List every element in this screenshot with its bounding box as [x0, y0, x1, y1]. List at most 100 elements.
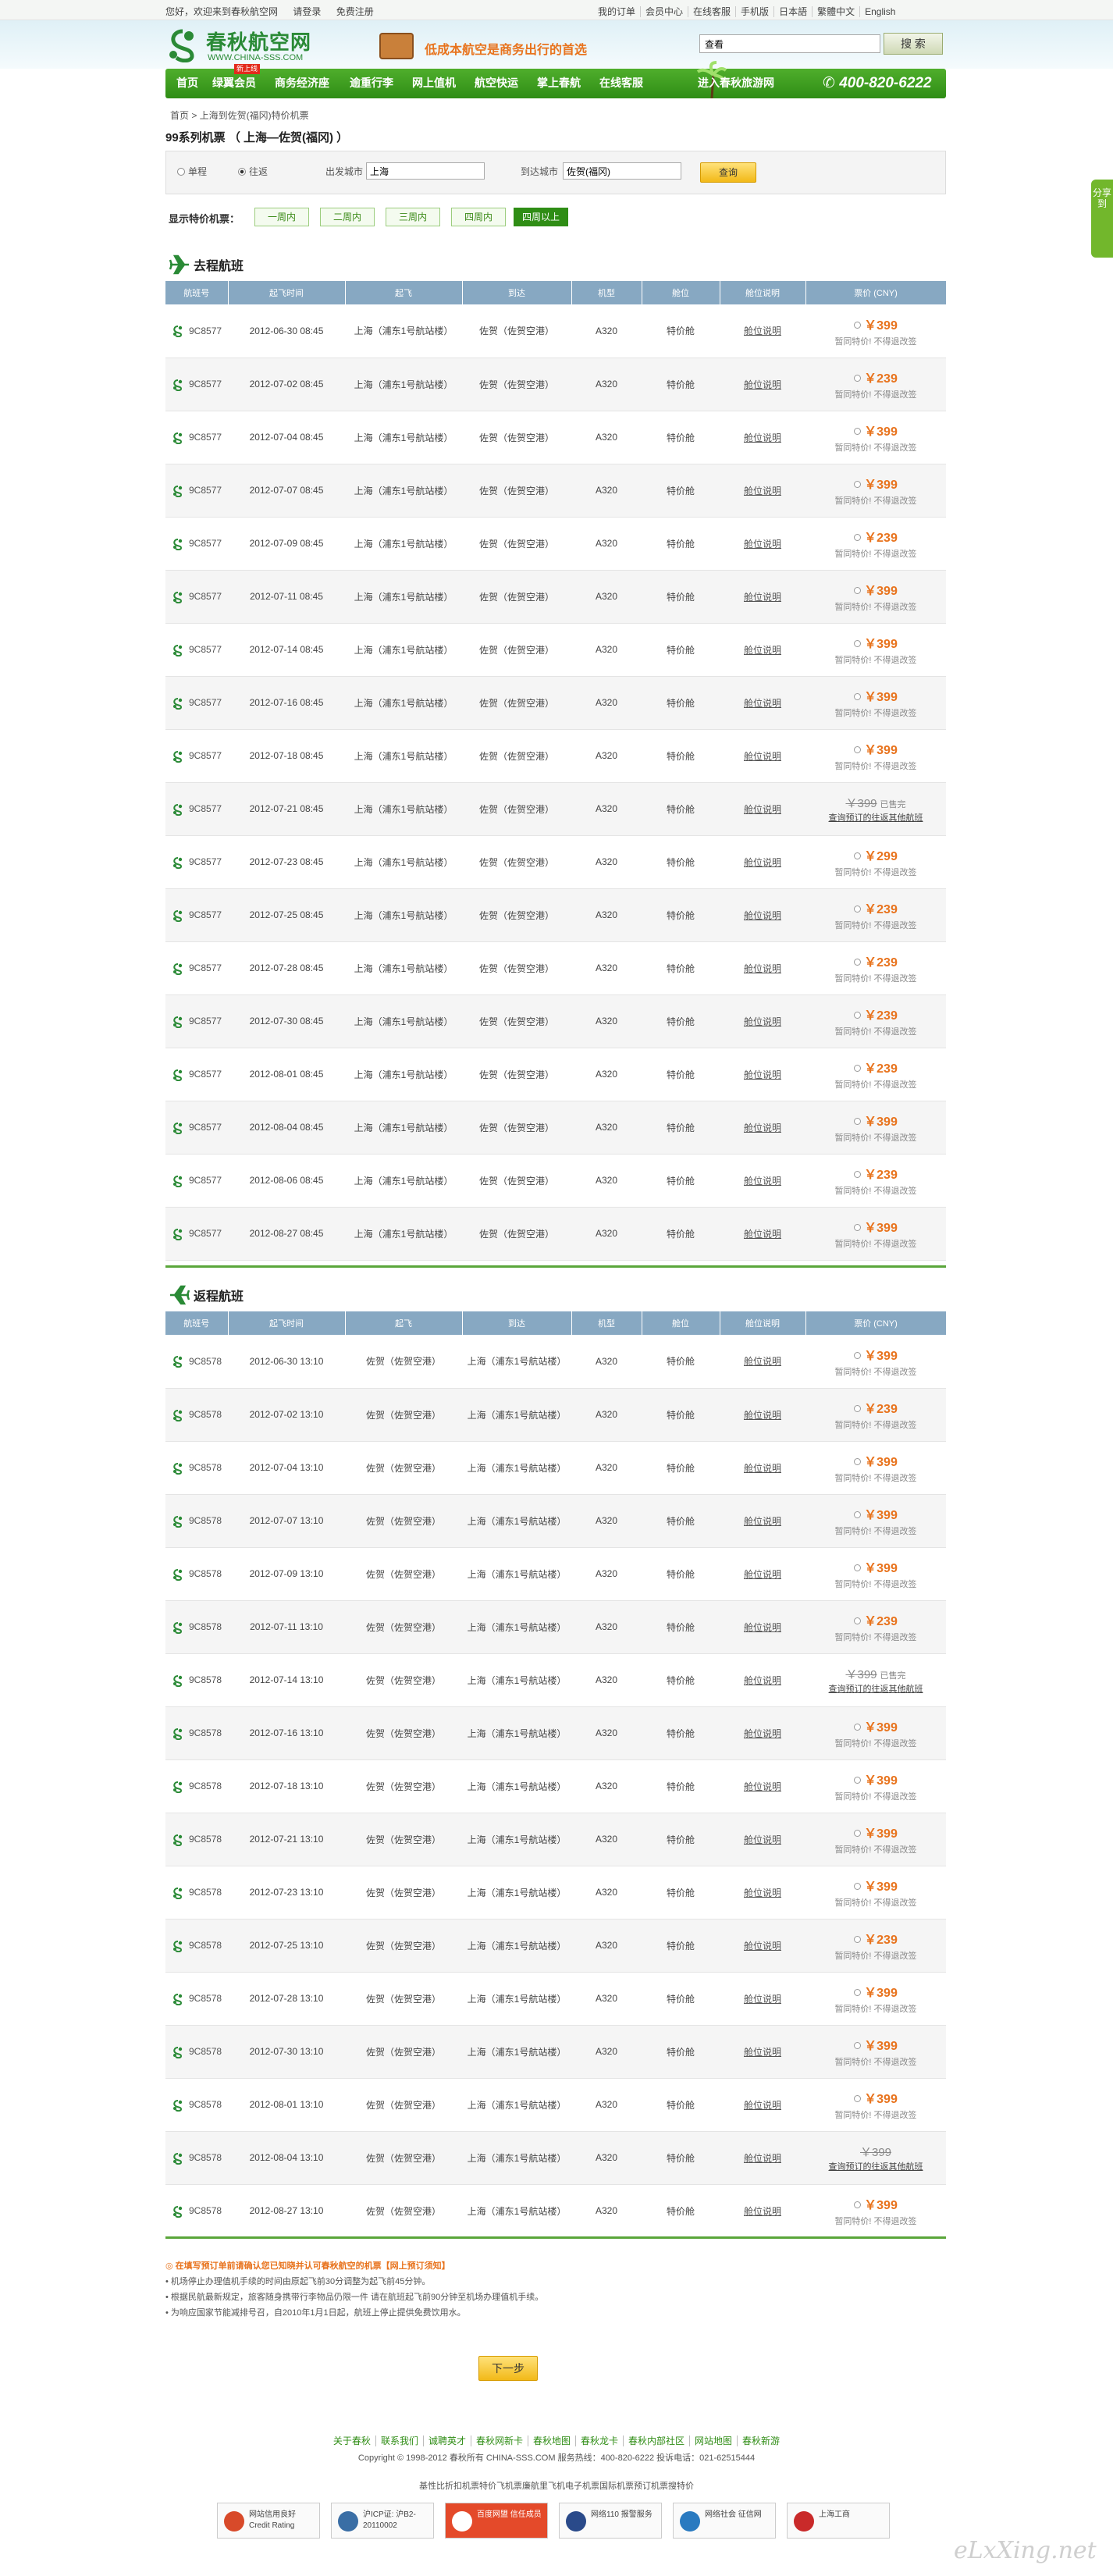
- flight-row[interactable]: 9C8578 2012-07-16 13:10 佐贺（佐贺空港） 上海（浦东1号航站楼…: [165, 1706, 946, 1760]
- flight-row[interactable]: 9C8577 2012-07-11 08:45 上海（浦东1号航站楼） 佐贺（佐贺空港…: [165, 570, 946, 624]
- price-option[interactable]: ￥399: [805, 315, 946, 333]
- flight-row[interactable]: 9C8577 2012-08-06 08:45 上海（浦东1号航站楼） 佐贺（佐贺空港…: [165, 1154, 946, 1208]
- cabin-rule-link[interactable]: 舱位说明: [720, 1813, 805, 1866]
- nav-checkin[interactable]: 网上值机: [412, 69, 456, 98]
- flight-row[interactable]: 9C8577 2012-07-28 08:45 上海（浦东1号航站楼） 佐贺（佐贺空港…: [165, 941, 946, 995]
- price-option[interactable]: ￥399: [805, 1717, 946, 1735]
- price-option[interactable]: ￥399: [805, 474, 946, 493]
- flight-row[interactable]: 9C8577 2012-07-25 08:45 上海（浦东1号航站楼） 佐贺（佐贺空港…: [165, 888, 946, 942]
- price-radio[interactable]: [854, 1065, 862, 1072]
- price-radio[interactable]: [854, 1511, 862, 1518]
- footer-link[interactable]: 关于春秋: [329, 2435, 375, 2446]
- cabin-rule-link[interactable]: 舱位说明: [720, 782, 805, 836]
- notes-warning[interactable]: ◎ 在填写预订单前请确认您已知晓并认可春秋航空的机票【网上预订须知】: [165, 2258, 946, 2274]
- cabin-rule-link[interactable]: 舱位说明: [720, 729, 805, 783]
- roundtrip-radio[interactable]: [238, 168, 246, 176]
- flight-row[interactable]: 9C8578 2012-07-25 13:10 佐贺（佐贺空港） 上海（浦东1号航站楼…: [165, 1919, 946, 1973]
- other-flights-link[interactable]: 查询预订的往返其他航班: [805, 1682, 946, 1695]
- filter-week-2[interactable]: 二周内: [320, 208, 375, 226]
- price-option[interactable]: ￥399: [805, 2194, 946, 2213]
- price-option[interactable]: ￥239: [805, 368, 946, 386]
- price-radio[interactable]: [854, 2095, 862, 2102]
- price-radio[interactable]: [854, 2201, 862, 2208]
- cabin-rule-link[interactable]: 舱位说明: [720, 623, 805, 677]
- query-button[interactable]: 查询: [700, 162, 756, 183]
- price-radio[interactable]: [854, 1989, 862, 1996]
- price-option[interactable]: ￥399: [805, 739, 946, 758]
- flight-row[interactable]: 9C8577 2012-07-14 08:45 上海（浦东1号航站楼） 佐贺（佐贺空港…: [165, 623, 946, 677]
- price-option[interactable]: ￥239: [805, 1929, 946, 1948]
- login-link[interactable]: 请登录: [293, 6, 321, 17]
- price-radio[interactable]: [854, 1351, 862, 1359]
- to-city-input[interactable]: [563, 162, 681, 180]
- share-tab[interactable]: 分享到: [1091, 180, 1113, 258]
- cabin-rule-link[interactable]: 舱位说明: [720, 1388, 805, 1442]
- my-orders-link[interactable]: 我的订单: [593, 6, 640, 17]
- nav-express[interactable]: 航空快运: [475, 69, 518, 98]
- price-option[interactable]: ￥239: [805, 1058, 946, 1076]
- price-option[interactable]: ￥399: [805, 1770, 946, 1788]
- cabin-rule-link[interactable]: 舱位说明: [720, 2131, 805, 2185]
- price-radio[interactable]: [854, 1883, 862, 1890]
- price-radio[interactable]: [854, 321, 862, 329]
- oneway-option[interactable]: 单程: [177, 165, 207, 178]
- flight-row[interactable]: 9C8578 2012-06-30 13:10 佐贺（佐贺空港） 上海（浦东1号航站楼…: [165, 1335, 946, 1389]
- nav-travel[interactable]: 进入春秋旅游网: [698, 69, 774, 98]
- flight-row[interactable]: 9C8577 2012-07-30 08:45 上海（浦东1号航站楼） 佐贺（佐贺空港…: [165, 994, 946, 1048]
- cabin-rule-link[interactable]: 舱位说明: [720, 2184, 805, 2238]
- flight-row[interactable]: 9C8577 2012-08-04 08:45 上海（浦东1号航站楼） 佐贺（佐贺空港…: [165, 1101, 946, 1155]
- price-radio[interactable]: [854, 746, 862, 753]
- credit-badge[interactable]: 网站信用良好 Credit Rating: [217, 2503, 320, 2539]
- cabin-rule-link[interactable]: 舱位说明: [720, 1335, 805, 1389]
- cabin-rule-link[interactable]: 舱位说明: [720, 2078, 805, 2132]
- footer-link[interactable]: 联系我们: [375, 2435, 423, 2446]
- cabin-rule-link[interactable]: 舱位说明: [720, 570, 805, 624]
- cabin-rule-link[interactable]: 舱位说明: [720, 1972, 805, 2026]
- cabin-rule-link[interactable]: 舱位说明: [720, 676, 805, 730]
- flight-row[interactable]: 9C8577 2012-07-07 08:45 上海（浦东1号航站楼） 佐贺（佐贺空港…: [165, 464, 946, 518]
- price-radio[interactable]: [854, 1617, 862, 1624]
- price-radio[interactable]: [854, 640, 862, 647]
- price-radio[interactable]: [854, 2042, 862, 2049]
- cabin-rule-link[interactable]: 舱位说明: [720, 358, 805, 411]
- price-radio[interactable]: [854, 1830, 862, 1837]
- price-radio[interactable]: [854, 1458, 862, 1465]
- search-button[interactable]: 搜 索: [884, 33, 943, 55]
- footer-link[interactable]: 诚聘英才: [422, 2435, 471, 2446]
- price-radio[interactable]: [854, 587, 862, 594]
- police-badge[interactable]: 网络110 报警服务: [559, 2503, 662, 2539]
- price-option[interactable]: ￥399: [805, 1504, 946, 1523]
- cabin-rule-link[interactable]: 舱位说明: [720, 1494, 805, 1548]
- flight-row[interactable]: 9C8577 2012-07-09 08:45 上海（浦东1号航站楼） 佐贺（佐贺空港…: [165, 517, 946, 571]
- cabin-rule-link[interactable]: 舱位说明: [720, 1154, 805, 1208]
- cabin-rule-link[interactable]: 舱位说明: [720, 1547, 805, 1601]
- price-radio[interactable]: [854, 1564, 862, 1571]
- filter-week-4-plus[interactable]: 四周以上: [514, 208, 568, 226]
- flight-row[interactable]: 9C8577 2012-07-23 08:45 上海（浦东1号航站楼） 佐贺（佐贺空港…: [165, 835, 946, 889]
- price-option[interactable]: ￥399: [805, 2035, 946, 2054]
- price-radio[interactable]: [854, 375, 862, 382]
- price-radio[interactable]: [854, 906, 862, 913]
- flight-row[interactable]: 9C8577 2012-08-27 08:45 上海（浦东1号航站楼） 佐贺（佐贺空港…: [165, 1207, 946, 1261]
- price-option[interactable]: ￥399: [805, 421, 946, 439]
- cabin-rule-link[interactable]: 舱位说明: [720, 1207, 805, 1261]
- flight-row[interactable]: 9C8578 2012-07-04 13:10 佐贺（佐贺空港） 上海（浦东1号航站楼…: [165, 1441, 946, 1495]
- other-flights-link[interactable]: 查询预订的往返其他航班: [805, 811, 946, 824]
- price-option[interactable]: ￥399: [805, 1111, 946, 1130]
- price-radio[interactable]: [854, 1224, 862, 1231]
- site-logo[interactable]: 春秋航空网 WWW.CHINA-SSS.COM: [165, 25, 322, 66]
- price-option[interactable]: ￥239: [805, 1005, 946, 1023]
- register-link[interactable]: 免费注册: [336, 6, 374, 17]
- flight-row[interactable]: 9C8578 2012-08-04 13:10 佐贺（佐贺空港） 上海（浦东1号航站楼…: [165, 2131, 946, 2185]
- cabin-rule-link[interactable]: 舱位说明: [720, 1441, 805, 1495]
- member-center-link[interactable]: 会员中心: [640, 6, 688, 17]
- flight-row[interactable]: 9C8578 2012-07-23 13:10 佐贺（佐贺空港） 上海（浦东1号航站楼…: [165, 1866, 946, 1920]
- price-option[interactable]: ￥399: [805, 1345, 946, 1364]
- nav-baggage[interactable]: 逾重行李: [350, 69, 393, 98]
- filter-week-3[interactable]: 三周内: [386, 208, 440, 226]
- price-radio[interactable]: [854, 1171, 862, 1178]
- flight-row[interactable]: 9C8578 2012-07-18 13:10 佐贺（佐贺空港） 上海（浦东1号航站楼…: [165, 1759, 946, 1813]
- flight-row[interactable]: 9C8577 2012-07-02 08:45 上海（浦东1号航站楼） 佐贺（佐贺空港…: [165, 358, 946, 411]
- footer-link[interactable]: 网站地图: [689, 2435, 738, 2446]
- icbc-badge[interactable]: 上海工商: [787, 2503, 890, 2539]
